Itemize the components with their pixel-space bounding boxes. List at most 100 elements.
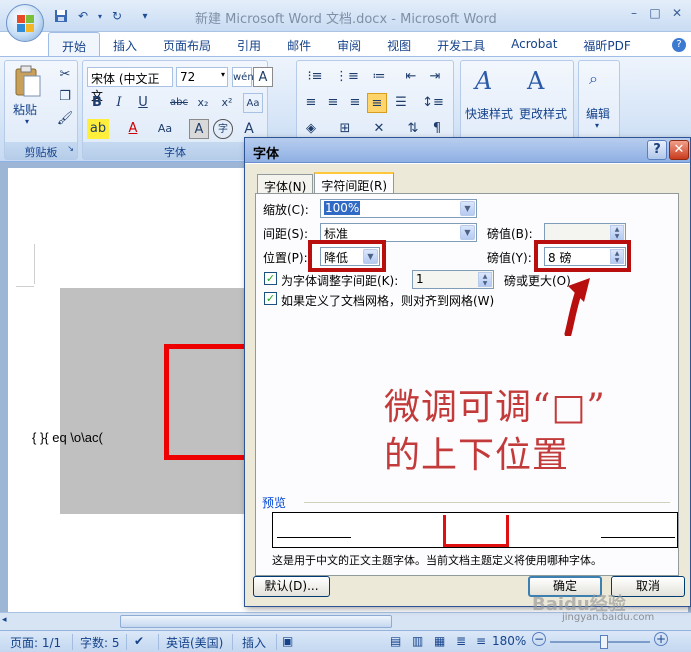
minimize-button[interactable]: – (625, 6, 643, 22)
office-button[interactable] (6, 4, 44, 42)
change-styles-icon[interactable]: A (527, 67, 544, 95)
increase-indent-icon[interactable]: ⇥ (425, 67, 445, 87)
sort-icon[interactable]: ⇅ (403, 119, 423, 139)
tab-acrobat[interactable]: Acrobat (498, 32, 570, 56)
align-right-icon[interactable]: ≡ (345, 93, 365, 113)
clear-formatting-button[interactable]: Aa (243, 93, 263, 113)
view-outline-icon[interactable]: ≣ (456, 634, 466, 648)
character-shading-button[interactable]: A (189, 119, 209, 139)
tab-review[interactable]: 审阅 (324, 32, 374, 56)
underline-button[interactable]: U (133, 93, 153, 113)
zoom-slider-thumb[interactable] (600, 635, 608, 649)
scale-select[interactable]: 100% ▼ (320, 199, 477, 218)
multilevel-list-icon[interactable]: ≔ (365, 67, 393, 87)
editing-button[interactable]: 编辑 (586, 105, 610, 122)
close-window-button[interactable]: ✕ (668, 6, 686, 22)
line-spacing-icon[interactable]: ↕≡ (419, 93, 447, 113)
format-painter-icon[interactable]: 🖌 (55, 109, 75, 129)
paste-button-label[interactable]: 粘贴 (13, 101, 37, 118)
quick-styles-button[interactable]: 快速样式 (465, 105, 513, 122)
subscript-button[interactable]: x₂ (193, 93, 213, 113)
dialog-help-button[interactable]: ? (647, 140, 667, 160)
kerning-checkbox[interactable]: ✓ (264, 272, 277, 285)
change-styles-button[interactable]: 更改样式 (519, 105, 567, 122)
proofing-icon[interactable]: ✔ (134, 634, 144, 648)
help-icon[interactable]: ? (672, 38, 686, 52)
bold-button[interactable]: B (87, 93, 107, 113)
tab-page-layout[interactable]: 页面布局 (150, 32, 224, 56)
margin-marker (34, 244, 35, 284)
tab-developer[interactable]: 开发工具 (424, 32, 498, 56)
default-button[interactable]: 默认(D)... (253, 576, 330, 597)
language[interactable]: 英语(美国) (166, 634, 223, 651)
tab-home[interactable]: 开始 (48, 32, 101, 56)
undo-icon[interactable]: ↶ (74, 7, 92, 25)
quick-styles-icon[interactable]: A (475, 67, 492, 95)
tab-mailings[interactable]: 邮件 (274, 32, 324, 56)
zoom-out-button[interactable]: − (532, 632, 546, 646)
font-color-button[interactable]: A (123, 119, 143, 139)
tab-character-spacing[interactable]: 字符间距(R) (314, 172, 395, 194)
view-web-icon[interactable]: ▦ (434, 634, 445, 648)
redo-icon[interactable]: ↻ (108, 7, 126, 25)
macro-record-icon[interactable]: ▣ (282, 634, 293, 648)
dialog-close-button[interactable]: ✕ (669, 140, 689, 160)
chevron-down-icon: ▾ (220, 70, 225, 79)
distributed-icon[interactable]: ☰ (391, 93, 411, 113)
borders-icon[interactable]: ⊞ (335, 119, 355, 139)
tab-foxit-pdf[interactable]: 福昕PDF (570, 32, 643, 56)
change-case-button[interactable]: Aa (153, 119, 177, 139)
spinner-arrows-icon[interactable]: ▲ ▼ (610, 225, 624, 240)
font-name-box[interactable]: 宋体 (中文正文 (87, 67, 173, 103)
copy-icon[interactable]: ❐ (55, 87, 75, 107)
kerning-spinner[interactable]: 1 ▲ ▼ (412, 270, 494, 289)
phonetic-guide-icon[interactable]: wén (232, 67, 254, 87)
bullets-icon[interactable]: ⁝≡ (301, 67, 329, 87)
spinner-arrows-icon[interactable]: ▲ ▼ (478, 272, 492, 287)
word-count[interactable]: 字数: 5 (80, 634, 120, 651)
decrease-indent-icon[interactable]: ⇤ (401, 67, 421, 87)
tab-view[interactable]: 视图 (374, 32, 424, 56)
scroll-left-icon[interactable]: ◂ (2, 615, 7, 625)
zoom-level[interactable]: 180% (492, 634, 526, 648)
view-full-screen-icon[interactable]: ▥ (412, 634, 423, 648)
undo-dropdown-icon[interactable]: ▾ (96, 7, 104, 25)
show-marks-icon[interactable]: ¶ (427, 119, 447, 139)
align-left-icon[interactable]: ≡ (301, 93, 321, 113)
maximize-button[interactable]: □ (646, 6, 664, 22)
tab-insert[interactable]: 插入 (100, 32, 150, 56)
chinese-layout-icon[interactable]: ✕ (369, 119, 389, 139)
align-center-icon[interactable]: ≡ (323, 93, 343, 113)
scrollbar-thumb[interactable] (120, 615, 392, 628)
binoculars-icon[interactable]: ⌕ (589, 69, 598, 89)
view-draft-icon[interactable]: ≡ (476, 634, 486, 648)
superscript-button[interactable]: x² (217, 93, 237, 113)
character-border-icon[interactable]: A (253, 67, 273, 87)
divider (304, 502, 670, 503)
zoom-in-button[interactable]: + (654, 632, 668, 646)
font-size-box[interactable]: 72 ▾ (176, 67, 228, 87)
tab-font[interactable]: 字体(N) (257, 174, 314, 194)
strikethrough-button[interactable]: abc (167, 93, 191, 113)
justify-icon[interactable]: ≡ (367, 93, 387, 113)
highlight-color-icon[interactable]: ab (87, 119, 109, 139)
view-print-layout-icon[interactable]: ▤ (390, 634, 401, 648)
shading-icon[interactable]: ◈ (301, 119, 321, 139)
enclose-characters-button[interactable]: 字 (213, 119, 233, 139)
snap-to-grid-checkbox[interactable]: ✓ (264, 292, 277, 305)
paste-icon[interactable] (13, 65, 43, 99)
italic-button[interactable]: I (109, 93, 129, 113)
position-label: 位置(P): (263, 251, 308, 265)
divider (232, 634, 233, 650)
dialog-launcher-icon[interactable]: ↘ (67, 144, 74, 153)
save-icon[interactable] (52, 7, 70, 25)
ribbon-tab-strip: 开始 插入 页面布局 引用 邮件 审阅 视图 开发工具 Acrobat 福昕PD… (48, 32, 644, 56)
customize-qat-icon[interactable]: ▾ (136, 7, 154, 25)
numbering-icon[interactable]: ⋮≡ (333, 67, 361, 87)
grow-font-button[interactable]: A (239, 119, 259, 139)
insert-mode[interactable]: 插入 (242, 634, 266, 651)
tab-references[interactable]: 引用 (224, 32, 274, 56)
paste-dropdown-icon[interactable]: ▾ (25, 117, 29, 126)
cut-icon[interactable]: ✂ (55, 65, 75, 85)
page-count[interactable]: 页面: 1/1 (10, 634, 61, 651)
